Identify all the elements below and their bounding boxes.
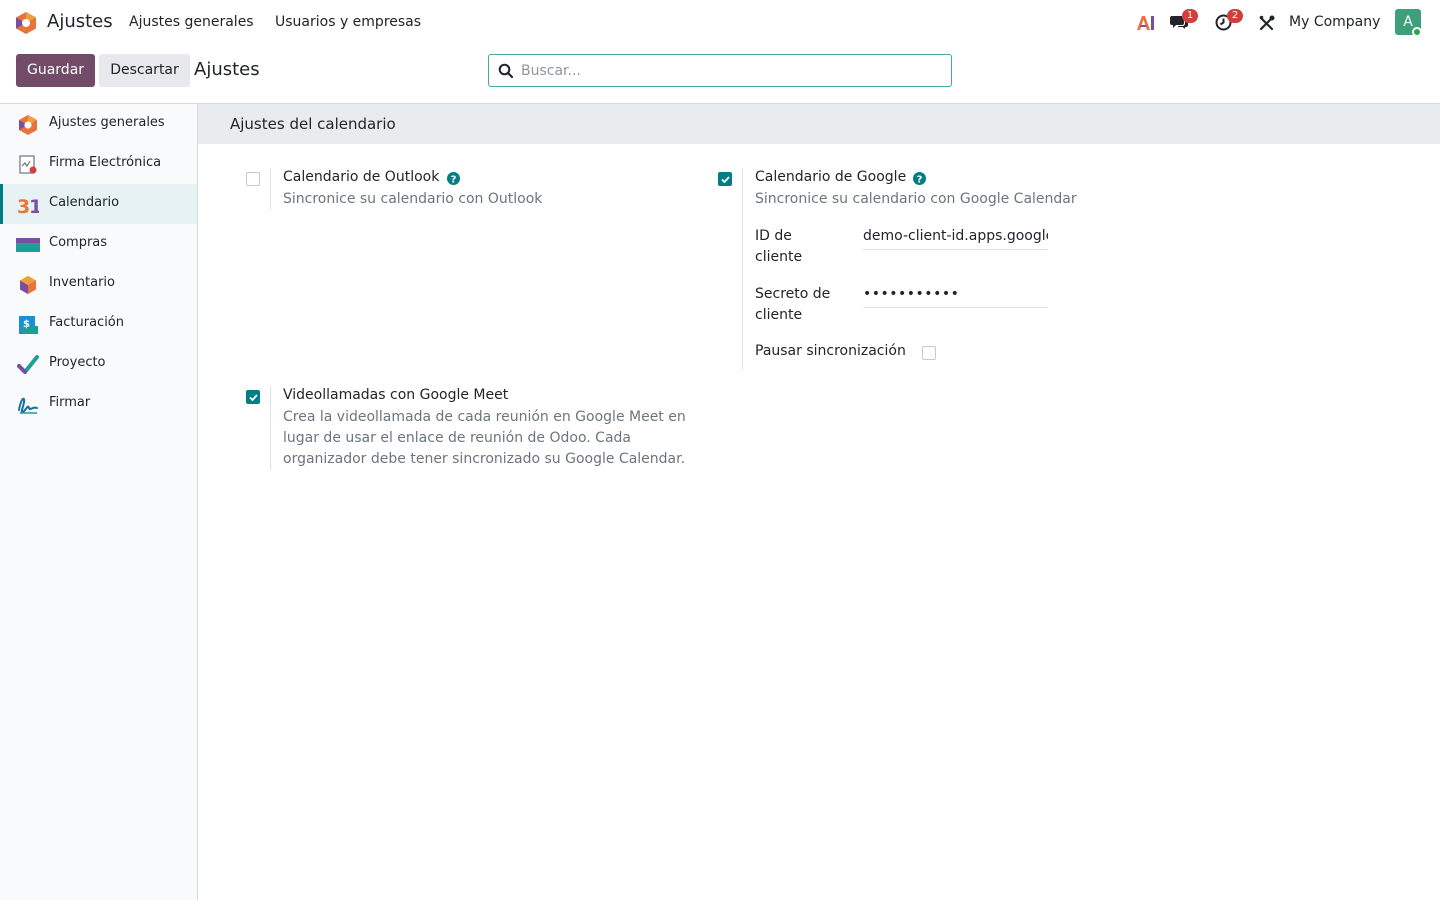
svg-text:?: ? <box>451 175 457 186</box>
sidebar-item-label: Inventario <box>49 275 115 290</box>
sidebar-item-calendario[interactable]: 3 1 Calendario <box>0 184 197 224</box>
settings-app-icon <box>19 115 37 135</box>
section-header: Ajustes del calendario <box>198 104 1440 144</box>
pause-sync-checkbox[interactable] <box>922 346 936 360</box>
setting-divider <box>742 168 743 370</box>
activities-button[interactable]: 2 <box>1215 9 1245 32</box>
tools-icon[interactable] <box>1259 15 1275 31</box>
settings-app-logo-icon[interactable] <box>15 11 37 35</box>
sidebar-item-label: Calendario <box>49 195 120 210</box>
check-icon <box>249 394 258 402</box>
sidebar-item-label: Facturación <box>49 315 124 330</box>
google-calendar-description: Sincronice su calendario con Google Cale… <box>755 191 1077 207</box>
sidebar-item-firma-electronica[interactable]: Firma Electrónica <box>0 144 197 184</box>
purchase-app-icon <box>16 238 40 252</box>
client-secret-field[interactable]: ••••••••••• <box>863 286 1048 308</box>
menu-ajustes-generales[interactable]: Ajustes generales <box>129 14 254 30</box>
discard-button[interactable]: Descartar <box>99 54 190 87</box>
top-navbar: Ajustes Ajustes generales Usuarios y emp… <box>0 0 1440 46</box>
ai-icon[interactable] <box>1136 14 1155 31</box>
messages-button[interactable]: 1 <box>1170 9 1200 32</box>
invoicing-app-icon: $ <box>19 316 38 334</box>
google-meet-description: Crea la videollamada de cada reunión en … <box>283 409 686 467</box>
setting-divider <box>270 168 271 210</box>
menu-usuarios-empresas[interactable]: Usuarios y empresas <box>275 14 421 30</box>
client-id-label: ID de cliente <box>755 228 803 265</box>
sign-app-icon <box>18 397 38 414</box>
sidebar-item-label: Compras <box>49 235 108 250</box>
client-id-field[interactable]: demo-client-id.apps.google <box>863 228 1048 250</box>
inventory-app-icon <box>20 276 36 294</box>
setting-divider <box>270 386 271 470</box>
google-calendar-title: Calendario de Google <box>755 169 907 185</box>
section-title: Ajustes del calendario <box>230 115 396 133</box>
svg-text:?: ? <box>917 175 923 186</box>
sidebar-item-proyecto[interactable]: Proyecto <box>0 344 197 384</box>
activities-badge: 2 <box>1227 9 1243 23</box>
project-app-icon <box>17 355 39 374</box>
sidebar-item-inventario[interactable]: Inventario <box>0 264 197 304</box>
client-secret-label: Secreto de cliente <box>755 286 831 323</box>
sidebar-item-label: Proyecto <box>49 355 106 370</box>
calendar-app-icon: 3 1 <box>17 196 39 216</box>
app-name[interactable]: Ajustes <box>47 11 113 32</box>
sidebar-item-label: Firmar <box>49 395 91 410</box>
search-icon <box>498 63 514 79</box>
sidebar-item-firmar[interactable]: Firmar <box>0 384 197 424</box>
help-icon[interactable]: ? <box>447 172 460 185</box>
messages-badge: 1 <box>1182 9 1198 23</box>
help-icon[interactable]: ? <box>913 172 926 185</box>
sidebar-item-compras[interactable]: Compras <box>0 224 197 264</box>
sidebar-item-label: Firma Electrónica <box>49 155 162 170</box>
online-status-dot <box>1412 27 1422 37</box>
outlook-description: Sincronice su calendario con Outlook <box>283 191 543 207</box>
google-meet-checkbox[interactable] <box>246 390 260 404</box>
google-meet-title: Videollamadas con Google Meet <box>283 387 509 403</box>
outlook-checkbox[interactable] <box>246 172 260 186</box>
outlook-title: Calendario de Outlook <box>283 169 440 185</box>
search-input[interactable] <box>521 56 941 85</box>
sidebar-item-ajustes-generales[interactable]: Ajustes generales <box>0 104 197 144</box>
company-switcher[interactable]: My Company <box>1289 14 1380 30</box>
page-title: Ajustes <box>194 59 260 80</box>
google-calendar-checkbox[interactable] <box>718 172 732 186</box>
electronic-signature-icon <box>19 155 37 174</box>
check-icon <box>721 176 730 184</box>
svg-text:$: $ <box>23 319 30 330</box>
sidebar-item-label: Ajustes generales <box>49 115 165 130</box>
save-button[interactable]: Guardar <box>16 54 95 87</box>
search-box[interactable] <box>488 54 952 87</box>
pause-sync-label: Pausar sincronización <box>755 343 906 359</box>
settings-sidebar: Ajustes generales Firma Electrónica 3 1 … <box>0 104 198 900</box>
sidebar-item-facturacion[interactable]: $ Facturación <box>0 304 197 344</box>
svg-text:1: 1 <box>29 196 39 216</box>
